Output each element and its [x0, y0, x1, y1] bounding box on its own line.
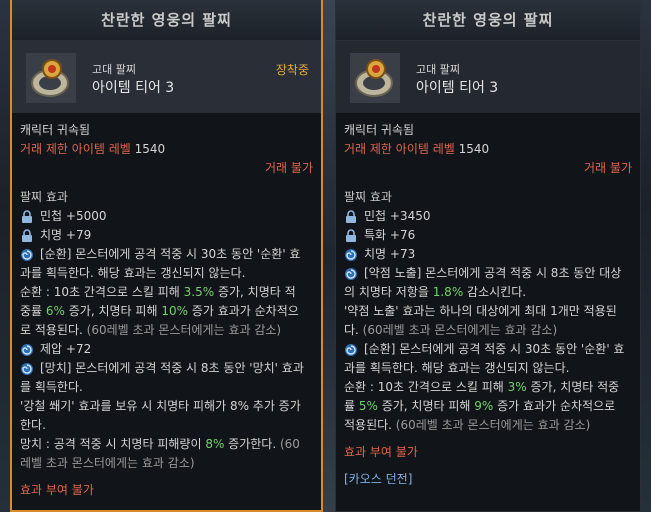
stat-row: 치명 +73: [344, 245, 632, 264]
bracelet-effect-heading: 팔찌 효과: [344, 190, 392, 204]
effect-text: 다. (60레벨 초과 몬스터에게는 효과 감소): [344, 323, 558, 337]
background-middle: [322, 0, 336, 512]
compare-item-tooltip: 찬란한 영웅의 팔찌 고대 팔찌 아이템 티어 3 캐릭터 귀속됨 거래 제한 …: [335, 0, 641, 512]
swirl-icon: [345, 267, 357, 280]
trade-level-label: 거래 제한 아이템 레벨: [20, 142, 131, 156]
effect-cycle: [순환] 몬스터에게 공격 적중 시 30초 동안 '순환' 효 과를 획득한다…: [20, 245, 313, 340]
effect-text: 순환 : 10초 간격으로 스킬 피해 3% 증가, 치명타 적중: [344, 380, 620, 394]
swirl-icon: [21, 362, 33, 375]
trade-level-value: 1540: [134, 142, 166, 156]
effect-hammer: [망치] 몬스터에게 공격 적중 시 8초 동안 '망치' 효과 를 획득한다.…: [20, 359, 313, 473]
item-header: 고대 팔찌 아이템 티어 3: [336, 41, 640, 113]
trade-status: 거래 불가: [265, 161, 313, 175]
trade-status: 거래 불가: [584, 161, 632, 175]
bracelet-effect-heading: 팔찌 효과: [20, 190, 68, 204]
bound-status: 캐릭터 귀속됨: [20, 123, 91, 137]
swirl-icon: [345, 248, 357, 261]
enchant-status: 효과 부여 불가: [344, 445, 418, 459]
lock-icon: [346, 228, 356, 242]
item-header: 고대 팔찌 아이템 티어 3 장착중: [12, 41, 321, 113]
trade-level-line: 거래 제한 아이템 레벨 1540: [20, 140, 313, 159]
enchant-status: 효과 부여 불가: [20, 483, 94, 497]
stat-text: 민첩 +5000: [40, 209, 107, 223]
effect-text: '약점 노출' 효과는 하나의 대상에게 최대 1개만 적용된: [344, 304, 617, 318]
effect-text: 한다.: [20, 418, 46, 432]
effect-text: [망치] 몬스터에게 공격 적중 시 8초 동안 '망치' 효과: [40, 361, 304, 375]
stat-text: 특화 +76: [364, 228, 416, 242]
stat-row: 특화 +76: [344, 226, 632, 245]
lock-icon: [22, 209, 32, 223]
effect-text: [순환] 몬스터에게 공격 적중 시 30초 동안 '순환' 효: [40, 247, 301, 261]
trade-level-value: 1540: [458, 142, 490, 156]
bound-status: 캐릭터 귀속됨: [344, 123, 415, 137]
effect-cycle: [순환] 몬스터에게 공격 적중 시 30초 동안 '순환' 효 과를 획득한다…: [344, 340, 632, 435]
bracelet-icon: [26, 53, 76, 103]
lock-icon: [22, 228, 32, 242]
item-title: 찬란한 영웅의 팔찌: [336, 0, 640, 41]
background-right: [640, 0, 651, 512]
effect-text: 중률 6% 증가, 치명타 피해 10% 증가 효과가 순차적으: [20, 304, 299, 318]
item-tier: 아이템 티어 3: [92, 80, 175, 96]
trade-level-label: 거래 제한 아이템 레벨: [344, 142, 455, 156]
stat-text: 치명 +79: [40, 228, 92, 242]
stat-row: 민첩 +5000: [20, 207, 313, 226]
item-title: 찬란한 영웅의 팔찌: [12, 0, 321, 41]
effect-text: 망치 : 공격 적중 시 치명타 피해량이 8% 증가한다. (60: [20, 437, 300, 451]
effect-text: 를 획득한다.: [20, 380, 83, 394]
effect-text: 순환 : 10초 간격으로 스킬 피해 3.5% 증가, 치명타 적: [20, 285, 296, 299]
effect-text: 과를 획득한다. 해당 효과는 갱신되지 않는다.: [20, 266, 246, 280]
swirl-icon: [21, 248, 33, 261]
stat-text: 치명 +73: [364, 247, 416, 261]
effect-text: 로 적용된다. (60레벨 초과 몬스터에게는 효과 감소): [20, 323, 282, 337]
item-grade: 고대 팔찌: [416, 63, 460, 76]
stat-row: 치명 +79: [20, 226, 313, 245]
effect-text: 레벨 초과 몬스터에게는 효과 감소): [20, 456, 195, 470]
effect-text: 적용된다. (60레벨 초과 몬스터에게는 효과 감소): [344, 418, 591, 432]
stat-row: 민첩 +3450: [344, 207, 632, 226]
item-tier: 아이템 티어 3: [416, 80, 499, 96]
effect-weakness: [약점 노출] 몬스터에게 공격 적중 시 8초 동안 대상 의 치명타 저항을…: [344, 264, 632, 340]
effect-text: 과를 획득한다. 해당 효과는 갱신되지 않는다.: [344, 361, 570, 375]
equipped-badge: 장착중: [275, 63, 309, 77]
effect-text: [약점 노출] 몬스터에게 공격 적중 시 8초 동안 대상: [364, 266, 622, 280]
swirl-icon: [21, 343, 33, 356]
bracelet-icon: [350, 53, 400, 103]
source-chaos-dungeon: [카오스 던전]: [344, 472, 413, 486]
effect-text: 률 5% 증가, 치명타 피해 9% 증가 효과가 순차적으로: [344, 399, 616, 413]
effect-text: 의 치명타 저항을 1.8% 감소시킨다.: [344, 285, 527, 299]
lock-icon: [346, 209, 356, 223]
stat-text: 제압 +72: [40, 342, 92, 356]
stat-row: 제압 +72: [20, 340, 313, 359]
effect-text: '강철 쐐기' 효과를 보유 시 치명타 피해가 8% 추가 증가: [20, 399, 301, 413]
trade-level-line: 거래 제한 아이템 레벨 1540: [344, 140, 632, 159]
effect-text: [순환] 몬스터에게 공격 적중 시 30초 동안 '순환' 효: [364, 342, 625, 356]
item-grade: 고대 팔찌: [92, 63, 136, 76]
equipped-item-tooltip: 찬란한 영웅의 팔찌 고대 팔찌 아이템 티어 3 장착중 캐릭터 귀속됨 거래…: [10, 0, 323, 512]
swirl-icon: [345, 343, 357, 356]
stat-text: 민첩 +3450: [364, 209, 431, 223]
